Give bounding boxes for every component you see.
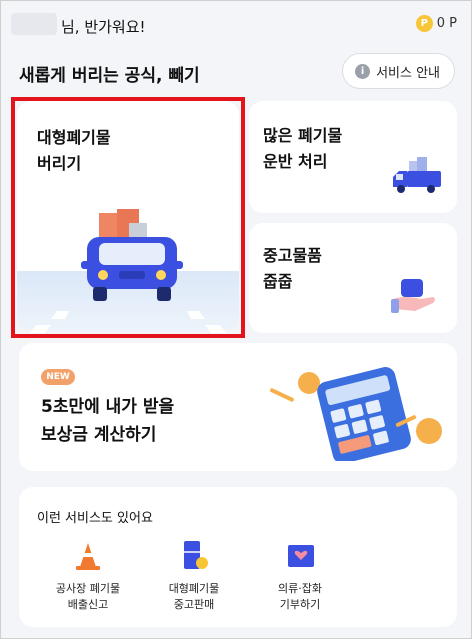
- service-label: 공사장 폐기물 배출신고: [55, 582, 121, 611]
- calculator-icon: [270, 367, 442, 461]
- compensation-label: 5초만에 내가 받을 보상금 계산하기: [41, 397, 175, 445]
- hand-box-icon: [391, 279, 435, 313]
- service-label: 의류·잡화 기부하기: [278, 582, 322, 611]
- truck-icon: [81, 209, 183, 301]
- points-value: 0 P: [436, 16, 457, 31]
- user-name-redacted: [11, 13, 57, 35]
- service-used-sale[interactable]: 대형폐기물 중고판매: [149, 541, 239, 613]
- traffic-cone-icon: [76, 543, 100, 570]
- header: 님, 반가워요! P 0 P: [1, 1, 471, 45]
- app-screen: 님, 반가워요! P 0 P 새롭게 버리는 공식, 빼기 i 서비스 안내 대…: [0, 0, 472, 639]
- greeting-text: 님, 반가워요!: [61, 18, 146, 36]
- much-waste-label: 많은 폐기물 운반 처리: [263, 126, 343, 171]
- new-badge: NEW: [41, 369, 75, 385]
- coin-icon: P: [415, 15, 433, 32]
- more-services-title: 이런 서비스도 있어요: [37, 511, 153, 526]
- donation-box-icon: [288, 545, 314, 567]
- compensation-card[interactable]: NEW 5초만에 내가 받을 보상금 계산하기: [19, 343, 457, 471]
- large-waste-card[interactable]: 대형폐기물 버리기: [17, 101, 239, 333]
- much-waste-card[interactable]: 많은 폐기물 운반 처리: [249, 101, 457, 213]
- info-icon: i: [355, 63, 371, 79]
- used-items-label: 중고물품 줍줍: [263, 246, 322, 291]
- fridge-coin-icon: [184, 541, 208, 569]
- large-waste-label: 대형폐기물 버리기: [37, 128, 111, 173]
- more-services-card: 이런 서비스도 있어요 공사장 폐기물 배출신고 대형폐기물 중고판매 의류·잡: [19, 487, 457, 627]
- used-items-card[interactable]: 중고물품 줍줍: [249, 223, 457, 333]
- service-label: 대형폐기물 중고판매: [168, 582, 220, 611]
- service-construction-waste[interactable]: 공사장 폐기물 배출신고: [43, 541, 133, 613]
- delivery-truck-icon: [393, 157, 441, 193]
- points-display[interactable]: P 0 P: [415, 15, 457, 32]
- service-guide-button[interactable]: i 서비스 안내: [342, 53, 455, 89]
- service-donation[interactable]: 의류·잡화 기부하기: [255, 541, 345, 613]
- page-title: 새롭게 버리는 공식, 빼기: [19, 66, 200, 86]
- service-guide-label: 서비스 안내: [376, 65, 440, 81]
